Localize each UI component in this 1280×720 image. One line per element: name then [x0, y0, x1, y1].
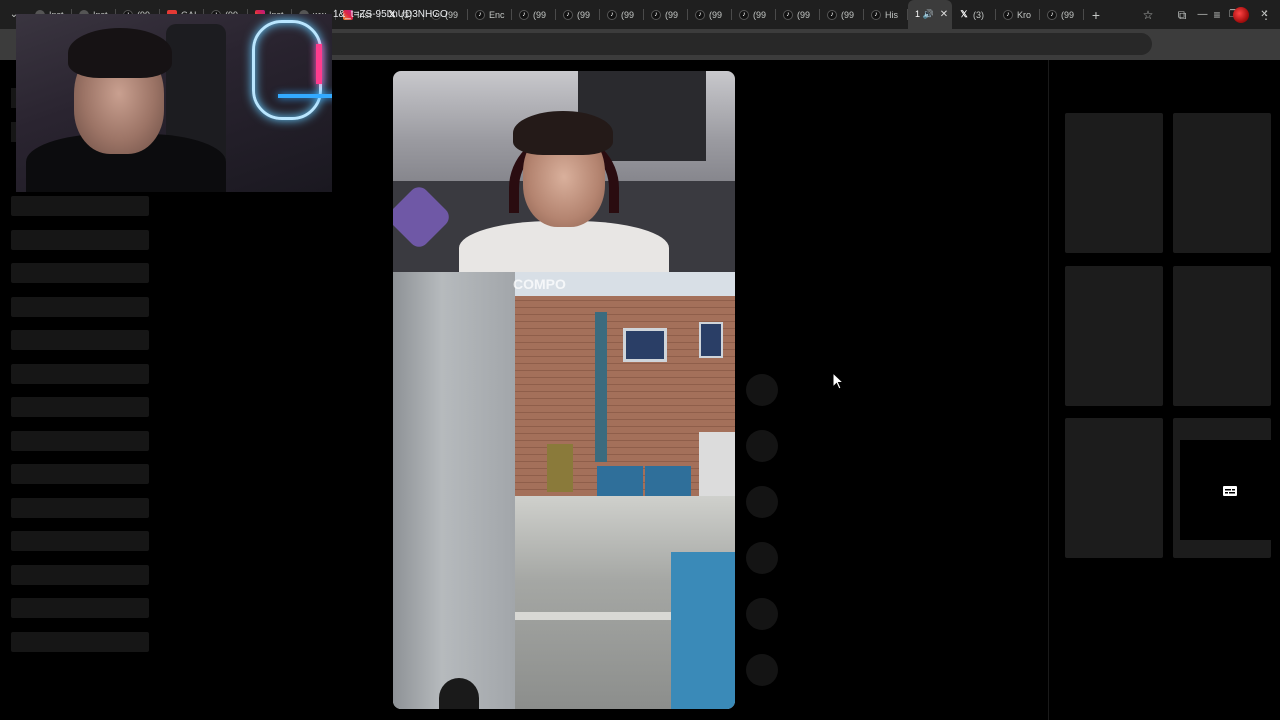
- browser-tab[interactable]: ♪ His: [864, 0, 908, 29]
- game-dumpster-near: [671, 552, 735, 709]
- game-door: [547, 444, 573, 492]
- video-facecam: [393, 71, 735, 281]
- game-pipe: [595, 312, 607, 462]
- tab-title: Enc: [489, 9, 505, 20]
- video-thumbnail[interactable]: [1173, 113, 1271, 253]
- browser-tab[interactable]: ♪ (99: [600, 0, 644, 29]
- tiktok-favicon-icon: ♪: [1047, 9, 1057, 20]
- tiktok-favicon-icon: ♪: [783, 9, 793, 20]
- tiktok-favicon-icon: ♪: [1003, 9, 1013, 20]
- video-thumbnail[interactable]: [1065, 113, 1163, 253]
- nav-skeleton-item: [11, 598, 149, 618]
- tiktok-favicon-icon: ♪: [607, 9, 617, 20]
- webcam-neon-light: [252, 20, 322, 120]
- nav-skeleton-item: [11, 397, 149, 417]
- game-dumpster: [645, 466, 691, 496]
- tab-title: (99: [1061, 9, 1075, 20]
- sound-button[interactable]: [746, 654, 778, 686]
- like-button[interactable]: [746, 374, 778, 406]
- nav-skeleton-item: [11, 364, 149, 384]
- browser-tab[interactable]: ♪ Kro: [996, 0, 1040, 29]
- webcam-pink-light: [316, 44, 322, 84]
- tab-title: (99: [841, 9, 855, 20]
- right-panel-divider: [1048, 60, 1049, 720]
- facecam-hair: [513, 111, 613, 155]
- browser-tab[interactable]: ♪ (99: [644, 0, 688, 29]
- browser-tab[interactable]: ♪ (99: [512, 0, 556, 29]
- video-gameplay: COMPO: [393, 272, 735, 709]
- game-garage-door: [699, 432, 735, 496]
- game-window: [623, 328, 667, 362]
- media-control-icon[interactable]: ≡: [1209, 7, 1225, 23]
- tab-title: (3): [973, 9, 984, 20]
- tiktok-favicon-icon: ♪: [695, 9, 705, 20]
- bookmark-button[interactable]: [746, 486, 778, 518]
- tab-title: (99: [709, 9, 723, 20]
- nav-skeleton-item: [11, 263, 149, 283]
- address-bar[interactable]: [322, 33, 1152, 55]
- share-button[interactable]: [746, 542, 778, 574]
- video-thumbnail[interactable]: [1173, 266, 1271, 406]
- game-dumpster: [597, 466, 643, 496]
- tiktok-favicon-icon: ♪: [827, 9, 837, 20]
- tab-title: 1 🔊: [915, 9, 934, 19]
- browser-tab[interactable]: ♪ (99: [556, 0, 600, 29]
- nav-skeleton-item: [11, 565, 149, 585]
- menu-icon[interactable]: ⋮: [1258, 7, 1274, 23]
- nav-skeleton-item: [11, 230, 149, 250]
- tab-title: (99: [753, 9, 767, 20]
- nav-skeleton-item: [11, 431, 149, 451]
- comment-button[interactable]: [746, 430, 778, 462]
- game-overlay-text: COMPO: [513, 276, 566, 292]
- browser-tab[interactable]: ♪ (99: [776, 0, 820, 29]
- nav-skeleton-item: [11, 531, 149, 551]
- profile-avatar[interactable]: [1233, 7, 1249, 23]
- video-thumbnail[interactable]: [1065, 266, 1163, 406]
- tiktok-favicon-icon: ♪: [519, 9, 529, 20]
- webcam-person-hair: [68, 28, 172, 78]
- tab-title: (99: [577, 9, 591, 20]
- close-tab-icon[interactable]: ✕: [940, 9, 948, 20]
- webcam-overlay: [16, 14, 332, 192]
- browser-tab[interactable]: ♪ (99: [732, 0, 776, 29]
- tab-title: Kro: [1017, 9, 1032, 20]
- captions-icon[interactable]: [1223, 486, 1237, 496]
- tab-title: (99: [621, 9, 635, 20]
- game-pillar: [393, 272, 515, 709]
- url-text[interactable]: 1&_t=ZS-95LnUD3NHGO: [333, 9, 448, 20]
- tab-title: (99: [533, 9, 547, 20]
- repost-button[interactable]: [746, 598, 778, 630]
- tiktok-favicon-icon: ♪: [651, 9, 661, 20]
- browser-tab[interactable]: ♪ (99: [1040, 0, 1084, 29]
- extensions-icon[interactable]: ⧉: [1174, 7, 1190, 23]
- nav-skeleton-item: [11, 464, 149, 484]
- tab-title: (99: [665, 9, 679, 20]
- game-curb: [513, 612, 683, 620]
- nav-skeleton-item: [11, 297, 149, 317]
- nav-skeleton-item: [11, 196, 149, 216]
- browser-tab[interactable]: 1 🔊 ✕: [908, 0, 952, 29]
- x-favicon-icon: 𝕏: [960, 9, 968, 19]
- tiktok-favicon-icon: ♪: [739, 9, 749, 20]
- tab-title: His: [885, 9, 898, 20]
- browser-tab[interactable]: 𝕏 (3): [952, 0, 996, 29]
- new-tab-button[interactable]: +: [1084, 0, 1108, 29]
- nav-skeleton-item: [11, 330, 149, 350]
- video-thumbnail[interactable]: [1065, 418, 1163, 558]
- nav-skeleton-item: [11, 498, 149, 518]
- tiktok-favicon-icon: ♪: [475, 9, 485, 20]
- bookmark-star-icon[interactable]: ☆: [1140, 7, 1156, 23]
- browser-tab[interactable]: ♪ (99: [688, 0, 732, 29]
- tiktok-favicon-icon: ♪: [871, 9, 881, 20]
- browser-tab[interactable]: ♪ (99: [820, 0, 864, 29]
- game-window-small: [699, 322, 723, 358]
- tiktok-favicon-icon: ♪: [563, 9, 573, 20]
- nav-skeleton-item: [11, 632, 149, 652]
- tab-title: (99: [797, 9, 811, 20]
- video-player[interactable]: COMPO: [393, 71, 735, 709]
- webcam-neon-strip: [278, 94, 332, 98]
- browser-tab[interactable]: ♪ Enc: [468, 0, 512, 29]
